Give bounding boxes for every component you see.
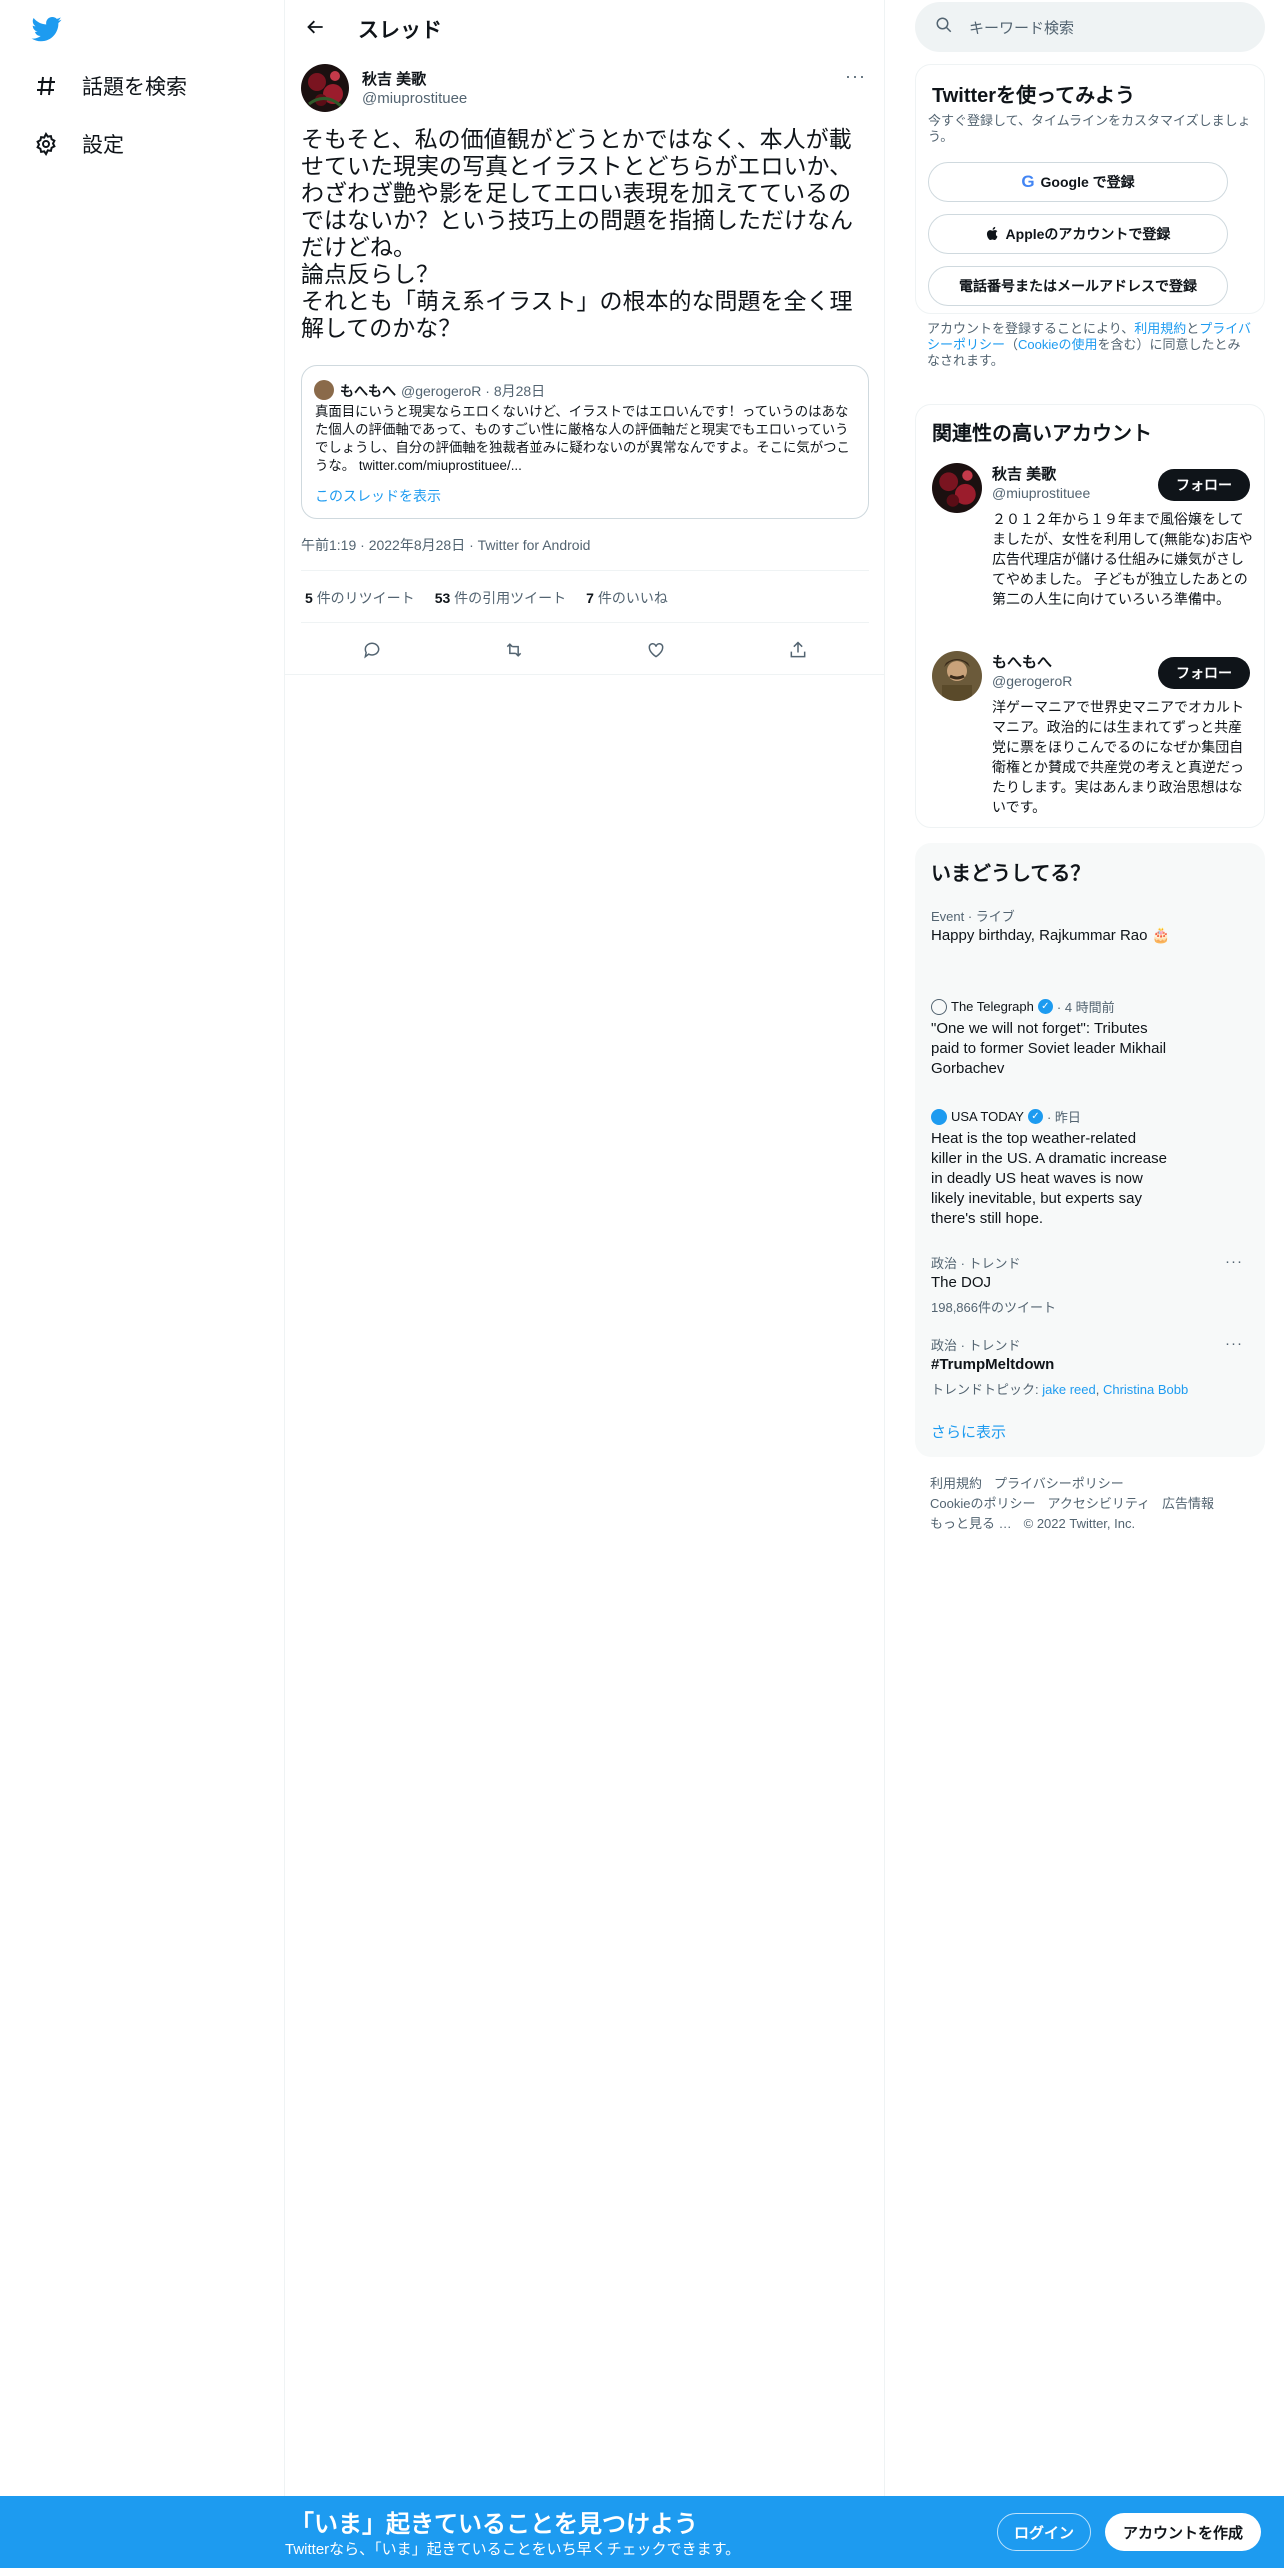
apple-icon [986, 225, 1000, 244]
bottom-signup-bar: 「いま」起きていることを見つけよう Twitterなら、「いま」起きていることを… [0, 2496, 1284, 2568]
footer-links: 利用規約 プライバシーポリシー Cookieのポリシー アクセシビリティ 広告情報 も… [930, 1474, 1280, 1534]
footer-link[interactable]: もっと見る … [930, 1516, 1012, 1531]
quote-count[interactable]: 53 件の引用ツイート [435, 588, 566, 608]
gear-icon [32, 130, 60, 158]
cookie-link[interactable]: Cookieの使用 [1018, 337, 1097, 352]
tweet-text: そもそと、私の価値観がどうとかではなく、本人が載せていた現実の写真とイラストとど… [301, 126, 853, 341]
follow-button[interactable]: フォロー [1158, 657, 1250, 689]
page-title: スレッド [358, 19, 442, 42]
nav-item-explore[interactable]: 話題を検索 [32, 66, 187, 106]
reply-icon[interactable] [357, 635, 387, 665]
news-meta: USA TODAY ✓ · 昨日 [931, 1107, 1081, 1126]
quoted-author-name: もへもへ [340, 383, 396, 399]
author-avatar[interactable] [301, 64, 349, 112]
footer-link[interactable]: 利用規約 [930, 1476, 982, 1491]
nav-item-settings[interactable]: 設定 [32, 124, 124, 164]
author-name[interactable]: 秋吉 美歌 [362, 68, 426, 89]
trend-title: #TrumpMeltdown [931, 1356, 1055, 1373]
related-handle[interactable]: @gerogeroR [992, 673, 1072, 689]
verified-badge-icon: ✓ [1037, 999, 1053, 1014]
related-bio: ２０１２年から１９年まで風俗嬢をしてましたが、女性を利用して(無能な)お店や広告… [992, 511, 1253, 607]
trends-title: いまどうしてる？ [931, 863, 1091, 885]
related-accounts-card: 関連性の高いアカウント 秋吉 美歌 @miuprostituee フォロー ２０… [915, 404, 1265, 828]
share-icon[interactable] [783, 635, 813, 665]
author-handle[interactable]: @miuprostituee [362, 90, 467, 107]
create-account-button[interactable]: アカウントを作成 [1105, 2513, 1261, 2551]
tweet-timestamp[interactable]: 午前1:19 · 2022年8月28日 · Twitter for Androi… [301, 535, 590, 555]
divider [301, 622, 869, 623]
phone-email-signup-button[interactable]: 電話番号またはメールアドレスで登録 [928, 266, 1228, 306]
trend-meta: 政治 · トレンド [931, 1256, 1021, 1271]
hashtag-icon [32, 72, 60, 100]
news-title: Heat is the top weather-related killer i… [931, 1130, 1167, 1227]
like-heart-icon[interactable] [641, 635, 671, 665]
trend-topic-link[interactable]: Christina Bobb [1103, 1382, 1188, 1397]
footer-link[interactable]: 広告情報 [1162, 1496, 1214, 1511]
related-accounts-title: 関連性の高いアカウント [932, 423, 1152, 445]
bottom-bar-subtitle: Twitterなら、「いま」起きていることをいち早くチェックできます。 [285, 2541, 741, 2558]
trend-count: 198,866件のツイート [931, 1300, 1056, 1315]
main-column: スレッド 秋吉 美歌 @miuprostituee ··· そもそと、私の価値観… [285, 0, 885, 2496]
search-placeholder: キーワード検索 [969, 19, 1075, 37]
trend-topic-link[interactable]: jake reed [1042, 1382, 1095, 1397]
twitter-logo-icon[interactable] [30, 14, 64, 44]
related-name[interactable]: 秋吉 美歌 [992, 463, 1056, 484]
right-sidebar: キーワード検索 Twitterを使ってみよう 今すぐ登録して、タイムラインをカス… [885, 0, 1284, 2496]
trends-card: いまどうしてる？ Event · ライブ Happy birthday, Raj… [915, 843, 1265, 1457]
nav-item-label: 話題を検索 [82, 76, 187, 99]
signup-card-subtitle: 今すぐ登録して、タイムラインをカスタマイズしましょう。 [928, 113, 1251, 144]
trend-meta: 政治 · トレンド [931, 1338, 1021, 1353]
divider [301, 570, 869, 571]
terms-link[interactable]: 利用規約 [1134, 321, 1186, 336]
show-more-link[interactable]: さらに表示 [931, 1421, 1006, 1442]
related-name[interactable]: もへもへ [992, 651, 1052, 672]
back-arrow-icon[interactable] [301, 12, 331, 42]
trend-title: Happy birthday, Rajkummar Rao 🎂 [931, 927, 1171, 944]
related-avatar[interactable] [932, 463, 982, 513]
retweet-count[interactable]: 5 件のリツイート [305, 588, 415, 608]
google-icon: G [1021, 172, 1035, 191]
related-handle[interactable]: @miuprostituee [992, 485, 1090, 501]
footer-link[interactable]: プライバシーポリシー [994, 1476, 1124, 1491]
show-thread-link[interactable]: このスレッドを表示 [315, 486, 441, 506]
trend-topics: トレンドトピック: jake reed, Christina Bobb [931, 1382, 1189, 1397]
signup-card: Twitterを使ってみよう 今すぐ登録して、タイムラインをカスタマイズしましょ… [915, 64, 1265, 314]
trend-meta: Event · ライブ [931, 909, 1015, 924]
footer-link[interactable]: アクセシビリティ [1047, 1496, 1150, 1511]
news-title: "One we will not forget": Tributes paid … [931, 1020, 1167, 1077]
follow-button[interactable]: フォロー [1158, 469, 1250, 501]
usatoday-logo-icon [931, 1108, 947, 1125]
like-count[interactable]: 7 件のいいね [586, 588, 668, 608]
signup-card-title: Twitterを使ってみよう [932, 85, 1136, 107]
search-input[interactable]: キーワード検索 [915, 2, 1265, 52]
google-signup-button[interactable]: G Google で登録 [928, 162, 1228, 202]
more-options-icon[interactable]: ··· [1225, 1335, 1243, 1352]
news-meta: The Telegraph ✓ · 4 時間前 [931, 997, 1115, 1016]
left-navigation: 話題を検索 設定 [0, 0, 285, 2496]
quoted-tweet-text: 真面目にいうと現実ならエロくないけど、イラストではエロいんです！っていうのはあな… [315, 404, 850, 473]
signup-terms: アカウントを登録することにより、利用規約とプライバシーポリシー（Cookieの使… [927, 321, 1252, 368]
trend-title: The DOJ [931, 1274, 992, 1291]
more-options-icon[interactable]: ··· [845, 66, 866, 87]
copyright: © 2022 Twitter, Inc. [1023, 1516, 1136, 1531]
quoted-tweet[interactable]: もへもへ @gerogeroR · 8月28日 真面目にいうと現実ならエロくない… [301, 365, 869, 519]
retweet-icon[interactable] [499, 635, 529, 665]
related-avatar[interactable] [932, 651, 982, 701]
bottom-bar-title: 「いま」起きていることを見つけよう [290, 2511, 698, 2538]
tweet-stats: 5 件のリツイート 53 件の引用ツイート 7 件のいいね [305, 588, 668, 608]
related-bio: 洋ゲーマニアで世界史マニアでオカルトマニア。政治的には生まれてずっと共産党に票を… [992, 699, 1244, 815]
quoted-author-avatar [314, 380, 334, 400]
quoted-author-handle: @gerogeroR · 8月28日 [401, 383, 546, 399]
verified-badge-icon: ✓ [1027, 1109, 1043, 1124]
nav-item-label: 設定 [82, 134, 124, 157]
footer-link[interactable]: Cookieのポリシー [930, 1496, 1035, 1511]
telegraph-logo-icon [931, 998, 947, 1015]
search-icon [935, 16, 953, 39]
divider [285, 674, 885, 675]
tweet-actions [301, 635, 869, 665]
apple-signup-button[interactable]: Appleのアカウントで登録 [928, 214, 1228, 254]
more-options-icon[interactable]: ··· [1225, 1253, 1243, 1270]
login-button[interactable]: ログイン [997, 2513, 1091, 2551]
